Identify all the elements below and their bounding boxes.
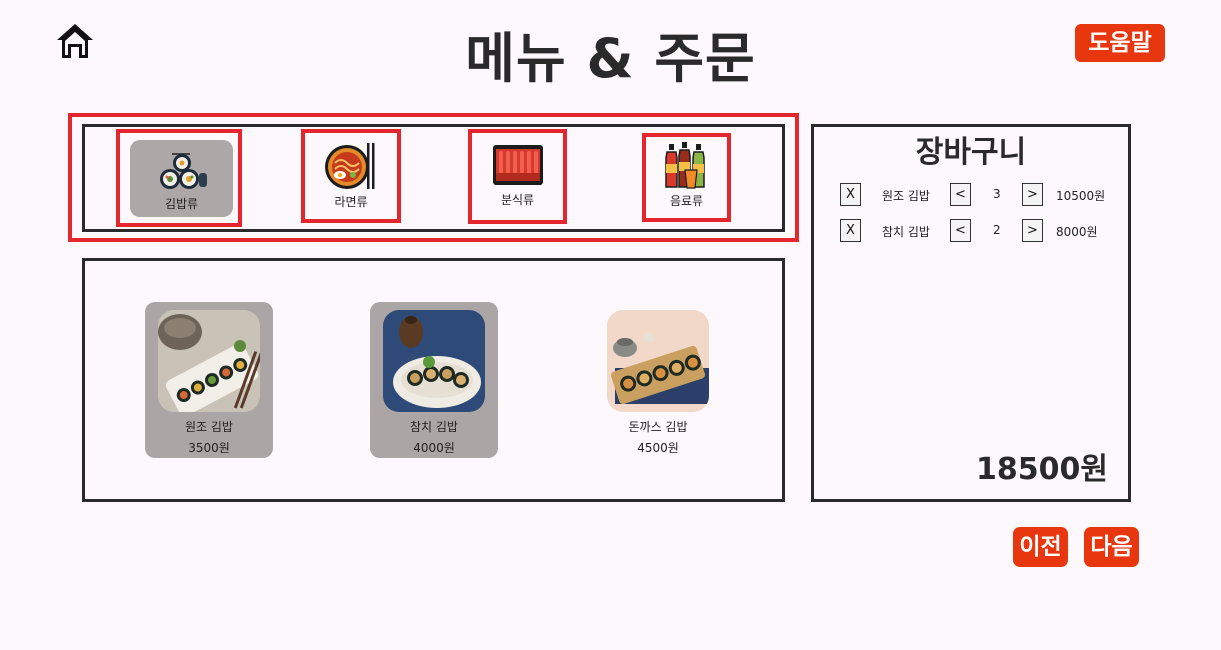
ramen-icon <box>325 143 375 189</box>
next-button[interactable]: 다음 <box>1084 527 1139 567</box>
category-ramen[interactable]: 라면류 <box>301 129 401 223</box>
menu-item-image <box>383 310 485 412</box>
menu-item-name: 돈까스 김밥 <box>628 420 688 434</box>
menu-item-price: 3500원 <box>188 441 230 455</box>
cart-item-qty: 2 <box>993 223 1001 237</box>
page-title: 메뉴 & 주문 <box>465 27 756 90</box>
menu-item-card[interactable]: 돈까스 김밥 4500원 <box>594 302 722 458</box>
increase-qty-button[interactable]: > <box>1022 183 1043 206</box>
category-snacks[interactable]: 분식류 <box>468 129 567 224</box>
remove-item-button[interactable]: X <box>840 219 861 242</box>
menu-item-price: 4500원 <box>637 441 679 455</box>
menu-item-card[interactable]: 참치 김밥 4000원 <box>370 302 498 458</box>
cart-item-name: 원조 김밥 <box>882 189 930 203</box>
drinks-icon <box>664 142 705 189</box>
category-label: 음료류 <box>669 194 704 208</box>
menu-item-image <box>607 310 709 412</box>
category-label: 라면류 <box>334 195 368 209</box>
menu-item-card[interactable]: 원조 김밥 3500원 <box>145 302 273 458</box>
category-label: 분식류 <box>500 193 535 207</box>
increase-qty-button[interactable]: > <box>1022 219 1043 242</box>
cart-row: X 원조 김밥 < 3 > 10500원 <box>840 183 1120 207</box>
cart-title: 장바구니 <box>915 135 1027 170</box>
prev-button[interactable]: 이전 <box>1013 527 1068 567</box>
cart-item-qty: 3 <box>993 187 1001 201</box>
cart-row: X 참치 김밥 < 2 > 8000원 <box>840 219 1120 243</box>
cart-item-subtotal: 8000원 <box>1056 225 1098 239</box>
menu-item-image <box>158 310 260 412</box>
decrease-qty-button[interactable]: < <box>950 219 971 242</box>
gimbap-icon <box>159 153 207 189</box>
category-drinks[interactable]: 음료류 <box>642 133 731 222</box>
menu-item-name: 원조 김밥 <box>185 420 233 434</box>
category-gimbap-tile[interactable]: 김밥류 <box>130 140 233 217</box>
help-button[interactable]: 도움말 <box>1075 24 1165 62</box>
category-label: 김밥류 <box>164 197 199 211</box>
cart-item-subtotal: 10500원 <box>1056 189 1106 203</box>
menu-item-price: 4000원 <box>413 441 455 455</box>
decrease-qty-button[interactable]: < <box>950 183 971 206</box>
menu-item-name: 참치 김밥 <box>410 420 458 434</box>
tteokbokki-icon <box>492 145 543 185</box>
cart-total: 18500원 <box>976 452 1108 487</box>
cart-item-name: 참치 김밥 <box>882 225 930 239</box>
remove-item-button[interactable]: X <box>840 183 861 206</box>
